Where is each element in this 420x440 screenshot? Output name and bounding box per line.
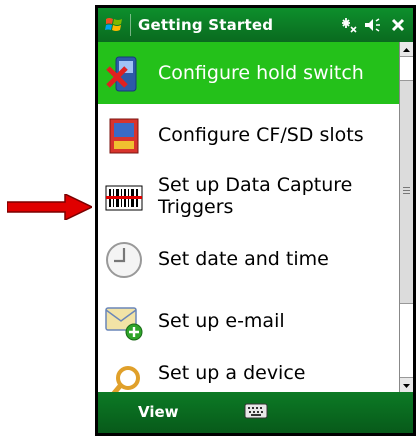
list-item-configure-hold-switch[interactable]: Configure hold switch: [98, 42, 399, 105]
vertical-scrollbar[interactable]: [399, 42, 413, 392]
barcode-scanner-icon: [105, 185, 143, 211]
view-softkey[interactable]: View: [138, 403, 179, 421]
list-item-label: Configure CF/SD slots: [158, 124, 364, 146]
email-icon: [105, 307, 143, 341]
list-item-label: Configure hold switch: [158, 62, 364, 84]
list-item-label: Set date and time: [158, 248, 329, 270]
list-item-set-date-and-time[interactable]: Set date and time: [98, 228, 399, 291]
clock-icon: [106, 242, 142, 278]
scroll-up-button[interactable]: [400, 42, 413, 57]
getting-started-list: Configure hold switch Configure CF/SD sl…: [98, 42, 399, 415]
volume-icon[interactable]: [362, 15, 382, 35]
pointer-arrow-icon: [7, 194, 92, 220]
list-item-label: Set up a device: [158, 362, 306, 384]
keyboard-icon[interactable]: [244, 401, 268, 421]
scroll-thumb[interactable]: [400, 80, 413, 304]
softkey-bar: View: [98, 392, 413, 433]
close-icon[interactable]: [388, 15, 408, 35]
title-separator: [130, 14, 131, 36]
list-item-set-up-email[interactable]: Set up e-mail: [98, 290, 399, 353]
title-bar: Getting Started: [98, 8, 413, 42]
device-screen: Getting Started Configure hold switch Co…: [98, 8, 413, 433]
windows-start-icon[interactable]: [104, 15, 124, 35]
list-item-label: Set up Data Capture Triggers: [158, 174, 353, 218]
scroll-grip-icon: [403, 187, 410, 188]
memory-card-icon: [109, 118, 139, 154]
hold-switch-icon: [106, 56, 137, 92]
scroll-down-icon: [403, 384, 410, 388]
list-item-label: Set up e-mail: [158, 310, 285, 332]
scroll-up-icon: [403, 48, 410, 52]
list-item-configure-cf-sd-slots[interactable]: Configure CF/SD slots: [98, 104, 399, 167]
window-title: Getting Started: [138, 16, 274, 34]
connectivity-icon[interactable]: [338, 15, 358, 35]
scroll-down-button[interactable]: [400, 377, 413, 392]
list-item-data-capture-triggers[interactable]: Set up Data Capture Triggers: [98, 166, 399, 229]
device-frame: Getting Started Configure hold switch Co…: [95, 5, 416, 436]
